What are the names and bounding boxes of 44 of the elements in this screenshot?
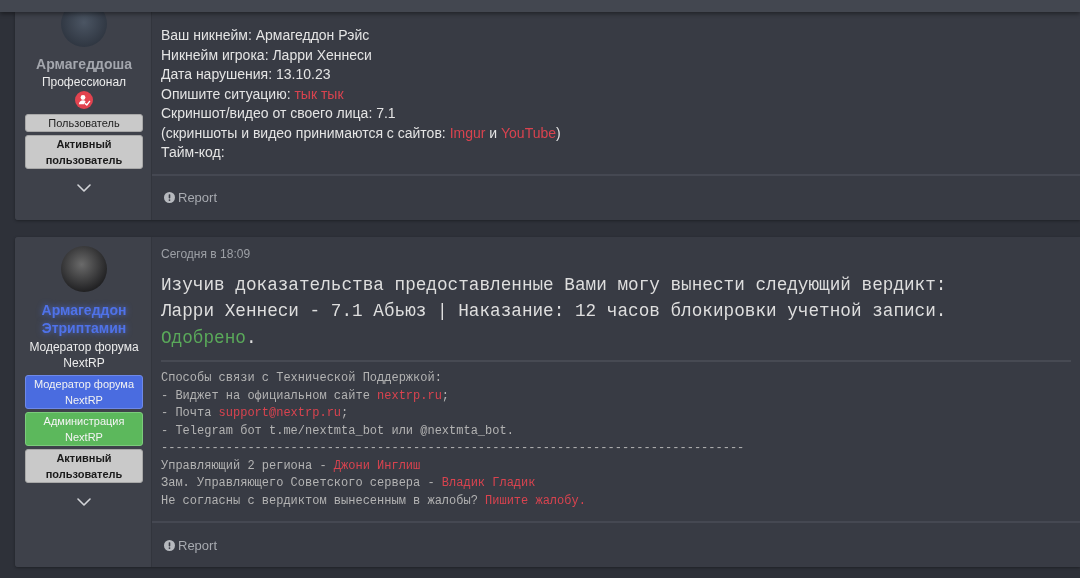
avatar-placeholder bbox=[61, 12, 107, 47]
user-title: Профессионал bbox=[41, 74, 127, 90]
report-link[interactable]: Report bbox=[164, 190, 218, 205]
group-banner: Активный пользователь bbox=[25, 448, 143, 483]
link[interactable]: YouTube bbox=[501, 124, 557, 141]
group-banner: Активный пользователь bbox=[25, 135, 143, 169]
avatar-placeholder bbox=[61, 245, 107, 292]
username-link[interactable]: Армагеддон Этриптамин bbox=[25, 300, 143, 337]
chevron-down-icon[interactable] bbox=[77, 184, 91, 192]
link[interactable]: support@nextrp.ru bbox=[218, 406, 342, 420]
link[interactable]: Пишите жалобу. bbox=[485, 493, 586, 508]
text-line: Ларри Хеннеси - 7.1 Абьюз | Наказание: 12 часов блокировки учетной записи. bbox=[161, 300, 947, 323]
post-date[interactable]: Сегодня в 18:09 bbox=[161, 245, 251, 262]
group-banner: Пользователь bbox=[25, 114, 143, 132]
report-link[interactable]: Report bbox=[164, 537, 218, 553]
link[interactable]: Владик Гладик bbox=[441, 476, 536, 490]
chevron-down-icon[interactable] bbox=[77, 497, 91, 506]
text-line: Опишите ситуацию: тык тык bbox=[161, 84, 344, 104]
group-banner: Модератор форума NextRP bbox=[25, 374, 143, 409]
user-title: Модератор форума NextRP bbox=[28, 338, 140, 371]
text-line: Скриншот/видео от своего лица: 7.1 bbox=[161, 104, 396, 123]
text-line: Тайм-код: bbox=[161, 143, 225, 162]
alert-icon bbox=[164, 192, 175, 203]
text-line: - Почта support@nextrp.ru; bbox=[161, 405, 349, 422]
text-line: Не согласны с вердиктом вынесенным в жалобы? Пишите жалобу. bbox=[161, 492, 586, 510]
text-line: Зам. Управляющего Советского сервера - Владик Гладик bbox=[161, 475, 536, 492]
text-line: (скриншоты и видео принимаются с сайтов: Imgur и YouTube) bbox=[161, 123, 561, 143]
text-line: Ваш никнейм: Армагеддон Рэйс bbox=[161, 26, 370, 45]
text-line: Дата нарушения: 13.10.23 bbox=[161, 65, 331, 84]
link[interactable]: nextrp.ru bbox=[377, 388, 442, 403]
text-line: Способы связи с Технической Поддержкой: bbox=[161, 370, 442, 387]
group-banner: Администрация NextRP bbox=[25, 411, 143, 446]
link[interactable]: тык тык bbox=[294, 85, 344, 102]
text-line: - Telegram бот t.me/nextmta_bot или @nextmta_bot. bbox=[161, 422, 514, 440]
text-line: Управляющий 2 региона - Джони Инглиш bbox=[161, 457, 421, 475]
text-line: Одобрено. bbox=[161, 326, 257, 350]
username-link[interactable]: Армагеддоша bbox=[36, 55, 132, 73]
link[interactable]: Imgur bbox=[449, 124, 486, 141]
text-line: Никнейм игрока: Ларри Хеннеси bbox=[161, 45, 372, 65]
link[interactable]: Джони Инглиш bbox=[333, 458, 421, 473]
text-line: Изучив доказательства предоставленные Вами могу вынести следующий вердикт: bbox=[161, 273, 947, 297]
alert-icon bbox=[164, 539, 175, 551]
text-line: - Виджет на официальном сайте nextrp.ru; bbox=[161, 387, 450, 405]
text-line: --------------------------------------------------------------------------------- bbox=[161, 440, 745, 457]
